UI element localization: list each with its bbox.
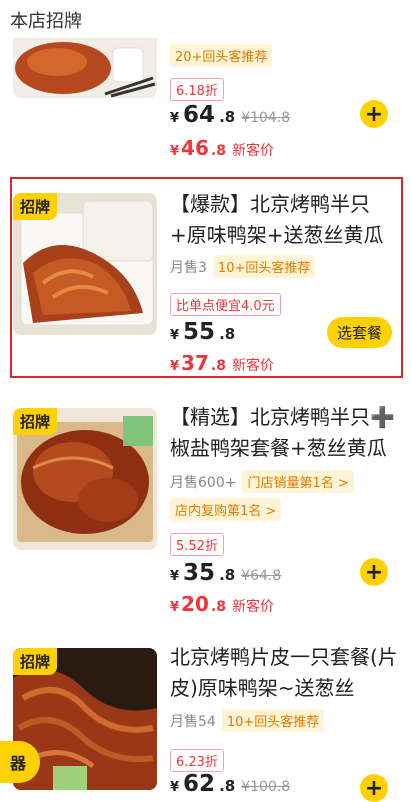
discount-row: 5.52折 [170, 533, 224, 556]
monthly-sales: 月售54 [170, 713, 216, 730]
floating-utensils-button[interactable]: 器 [0, 741, 40, 783]
list-item[interactable]: 招牌 【精选】北京烤鸭半只➕椒盐鸭架套餐+葱丝黄瓜 月售600+ 门店销量第1名… [10, 400, 400, 620]
repeat-customer-tag: 20+回头客推荐 [170, 44, 273, 67]
dish-image[interactable]: 招牌 [13, 408, 157, 550]
dish-image[interactable] [13, 38, 157, 98]
repurchase-rank-tag[interactable]: 店内复购第1名 > [170, 498, 282, 521]
repeat-customer-tag: 10+回头客推荐 [221, 709, 325, 732]
price: ¥35.8 ¥64.8 [170, 560, 282, 586]
signature-badge: 招牌 [13, 648, 58, 675]
rank-row: 店内复购第1名 > [170, 498, 282, 521]
signature-badge: 招牌 [13, 408, 58, 435]
discount-tag: 6.23折 [170, 749, 224, 772]
discount-row: 6.23折 [170, 749, 224, 772]
selection-highlight [10, 177, 403, 378]
new-customer-price: ¥20.8 新客价 [170, 592, 274, 616]
discount-tag: 6.18折 [170, 78, 224, 101]
store-sales-rank-tag[interactable]: 门店销量第1名 > [242, 470, 354, 493]
discount-row: 6.18折 [170, 78, 224, 101]
add-to-cart-button[interactable]: + [360, 100, 388, 128]
discount-tag: 5.52折 [170, 533, 224, 556]
new-customer-price: ¥46.8 新客价 [170, 136, 274, 160]
monthly-sales: 月售600+ [170, 474, 237, 491]
price: ¥64.8 ¥104.8 [170, 102, 291, 128]
dish-title[interactable]: 【精选】北京烤鸭半只➕椒盐鸭架套餐+葱丝黄瓜 [170, 402, 405, 464]
add-to-cart-button[interactable]: + [360, 774, 388, 802]
meta-row: 月售54 10+回头客推荐 [170, 709, 325, 732]
meta-row: 月售600+ 门店销量第1名 > [170, 470, 354, 493]
original-price: ¥64.8 [241, 568, 282, 584]
original-price: ¥104.8 [241, 110, 291, 126]
dish-title[interactable]: 北京烤鸭片皮一只套餐(片皮)原味鸭架~送葱丝 [170, 642, 405, 704]
price: ¥62.8 ¥100.8 [170, 771, 291, 797]
list-item[interactable]: 招牌 北京烤鸭片皮一只套餐(片皮)原味鸭架~送葱丝 月售54 10+回头客推荐 … [10, 640, 400, 802]
tag-row: 20+回头客推荐 [170, 44, 273, 67]
add-to-cart-button[interactable]: + [360, 558, 388, 586]
list-item[interactable]: 20+回头客推荐 6.18折 ¥64.8 ¥104.8 ¥46.8 新客价 + [10, 0, 400, 170]
original-price: ¥100.8 [241, 779, 291, 795]
